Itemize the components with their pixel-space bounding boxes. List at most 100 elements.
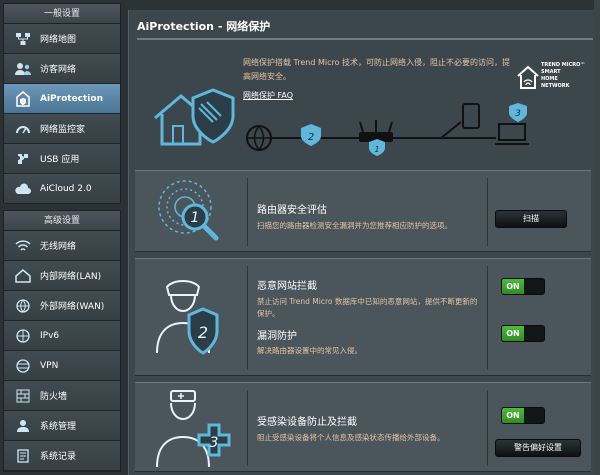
badge-3-icon: 3 — [509, 103, 527, 122]
main-panel: AiProtection - 网络保护 网络保护搭载 Trend Micro 技… — [128, 10, 600, 475]
sidebar-item-administration[interactable]: 系统管理 — [4, 411, 120, 441]
malicious-block-toggle[interactable]: ON — [501, 278, 545, 295]
system-log-icon — [14, 447, 32, 465]
wan-icon — [14, 297, 32, 315]
card-divider — [487, 266, 488, 370]
sidebar-item-label: 无线网络 — [40, 242, 77, 252]
section-1-number: 1 — [191, 210, 200, 226]
sidebar-item-label: VPN — [40, 360, 59, 371]
sidebar-item-firewall[interactable]: 防火墙 — [4, 381, 120, 411]
toggle-on-label: ON — [502, 326, 524, 341]
protection-diagram: 2 1 3 — [246, 103, 529, 156]
sidebar-item-wan[interactable]: 外部网络(WAN) — [4, 291, 120, 321]
sidebar-item-network-map[interactable]: 网络地图 — [4, 24, 120, 54]
card-divider — [487, 178, 488, 246]
vulnerability-toggle[interactable]: ON — [501, 325, 545, 342]
laptop-icon — [495, 123, 529, 145]
traffic-monitor-icon — [14, 120, 32, 138]
badge-1-label: 1 — [374, 145, 379, 154]
logo-line-4: NETWORK — [541, 83, 570, 89]
router-assessment-title: 路由器安全评估 — [257, 205, 327, 216]
ipv6-icon — [14, 327, 32, 345]
sidebar-item-usb-app[interactable]: USB 应用 — [4, 144, 120, 174]
sidebar-item-aiprotection[interactable]: AiProtection — [4, 84, 120, 114]
sidebar-item-label: 外部网络(WAN) — [40, 302, 105, 312]
tablet-icon — [462, 103, 480, 129]
sidebar-item-label: 访客网络 — [40, 65, 77, 75]
scan-button[interactable]: 扫描 — [495, 210, 567, 228]
malicious-block-desc: 禁止访问 Trend Micro 数据库中已知的恶意网站，提供不断更新的保护。 — [257, 297, 478, 318]
sidebar-item-label: 防火墙 — [40, 392, 68, 402]
sidebar-item-ipv6[interactable]: IPv6 — [4, 321, 120, 351]
network-map-icon — [14, 30, 32, 48]
app-root: 一般设置 网络地图 访客网络 AiProtection 网络监控家 USB 应用 — [0, 0, 600, 475]
advanced-settings-header: 高级设置 — [4, 211, 120, 231]
wireless-icon — [14, 237, 32, 255]
sidebar-item-label: AiCloud 2.0 — [40, 183, 92, 194]
lan-icon — [14, 267, 32, 285]
router-icon — [359, 120, 393, 142]
logo-line-2: SMART — [541, 69, 561, 75]
card-divider — [247, 178, 248, 246]
card-divider — [247, 266, 248, 370]
router-assessment-card: 1 路由器安全评估 扫描您的路由器检测安全漏洞并为您推荐相应防护的选项。 扫描 — [135, 170, 591, 252]
advanced-settings-group: 高级设置 无线网络 内部网络(LAN) 外部网络(WAN) IPv6 VPN 防… — [3, 210, 121, 472]
firewall-icon — [14, 387, 32, 405]
malicious-block-title: 恶意网站拦截 — [257, 281, 317, 292]
sidebar-item-traffic-monitor[interactable]: 网络监控家 — [4, 114, 120, 144]
title-divider — [137, 38, 593, 40]
malicious-block-card: 2 恶意网站拦截 禁止访问 Trend Micro 数据库中已知的恶意网站，提供… — [135, 258, 591, 376]
doctor-shield-icon: 3 — [156, 390, 231, 468]
vpn-icon — [14, 357, 32, 375]
general-settings-group: 一般设置 网络地图 访客网络 AiProtection 网络监控家 USB 应用 — [3, 3, 121, 204]
infected-device-card: 3 受感染设备防止及拦截 阻止受感染设备将个人信息及感染状态传播给外部设备。 O… — [135, 382, 591, 472]
security-guard-icon: 2 — [156, 280, 219, 355]
administration-icon — [14, 417, 32, 435]
section-3-number: 3 — [210, 435, 219, 451]
vulnerability-title: 漏洞防护 — [257, 331, 297, 342]
router-assessment-desc: 扫描您的路由器检测安全漏洞并为您推荐相应防护的选项。 — [257, 221, 452, 230]
infected-device-desc: 阻止受感染设备将个人信息及感染状态传播给外部设备。 — [257, 433, 445, 442]
logo-line-3: HOME — [541, 76, 558, 82]
badge-1-icon: 1 — [369, 139, 385, 156]
vulnerability-desc: 解决路由器设置中的常见入侵。 — [257, 346, 362, 355]
usb-app-icon — [14, 150, 32, 168]
sidebar-item-label: 网络监控家 — [40, 125, 86, 135]
sidebar-item-label: 内部网络(LAN) — [40, 272, 102, 282]
aiprotection-icon — [14, 90, 32, 108]
section-2-number: 2 — [198, 323, 208, 342]
badge-2-icon: 2 — [301, 124, 321, 146]
sidebar-item-aicloud[interactable]: AiCloud 2.0 — [4, 174, 120, 204]
trend-micro-logo: TREND MICRO™ SMART HOME NETWORK — [517, 60, 585, 96]
infected-device-title: 受感染设备防止及拦截 — [257, 417, 357, 428]
badge-3-label: 3 — [515, 109, 521, 119]
general-settings-header: 一般设置 — [4, 4, 120, 24]
sidebar-item-label: IPv6 — [40, 330, 60, 341]
infected-device-toggle[interactable]: ON — [501, 407, 545, 424]
sidebar-item-lan[interactable]: 内部网络(LAN) — [4, 261, 120, 291]
house-shield-icon — [154, 88, 235, 146]
toggle-on-label: ON — [502, 279, 524, 294]
alert-preference-button[interactable]: 警告偏好设置 — [495, 439, 581, 457]
scrollbar[interactable] — [594, 0, 600, 475]
sidebar-item-label: USB 应用 — [40, 155, 80, 165]
sidebar: 一般设置 网络地图 访客网络 AiProtection 网络监控家 USB 应用 — [0, 0, 128, 475]
card-divider — [247, 390, 248, 466]
sidebar-item-label: AiProtection — [40, 93, 103, 104]
intro-text: 网络保护搭载 Trend Micro 技术，可防止网络入侵，阻止不必要的访问，提… — [243, 58, 511, 81]
sidebar-item-label: 系统管理 — [40, 422, 77, 432]
sidebar-item-wireless[interactable]: 无线网络 — [4, 231, 120, 261]
guest-network-icon — [14, 60, 32, 78]
sidebar-item-label: 系统记录 — [40, 452, 77, 462]
card-divider — [487, 390, 488, 466]
logo-line-1: TREND MICRO™ — [541, 62, 586, 68]
security-scan-icon: 1 — [158, 180, 219, 241]
toggle-on-label: ON — [502, 408, 524, 423]
sidebar-item-vpn[interactable]: VPN — [4, 351, 120, 381]
sidebar-item-system-log[interactable]: 系统记录 — [4, 441, 120, 471]
sidebar-item-guest-network[interactable]: 访客网络 — [4, 54, 120, 84]
home-network-icon — [517, 65, 539, 89]
badge-2-label: 2 — [308, 132, 314, 143]
aicloud-icon — [14, 180, 32, 198]
sidebar-item-label: 网络地图 — [40, 35, 77, 45]
